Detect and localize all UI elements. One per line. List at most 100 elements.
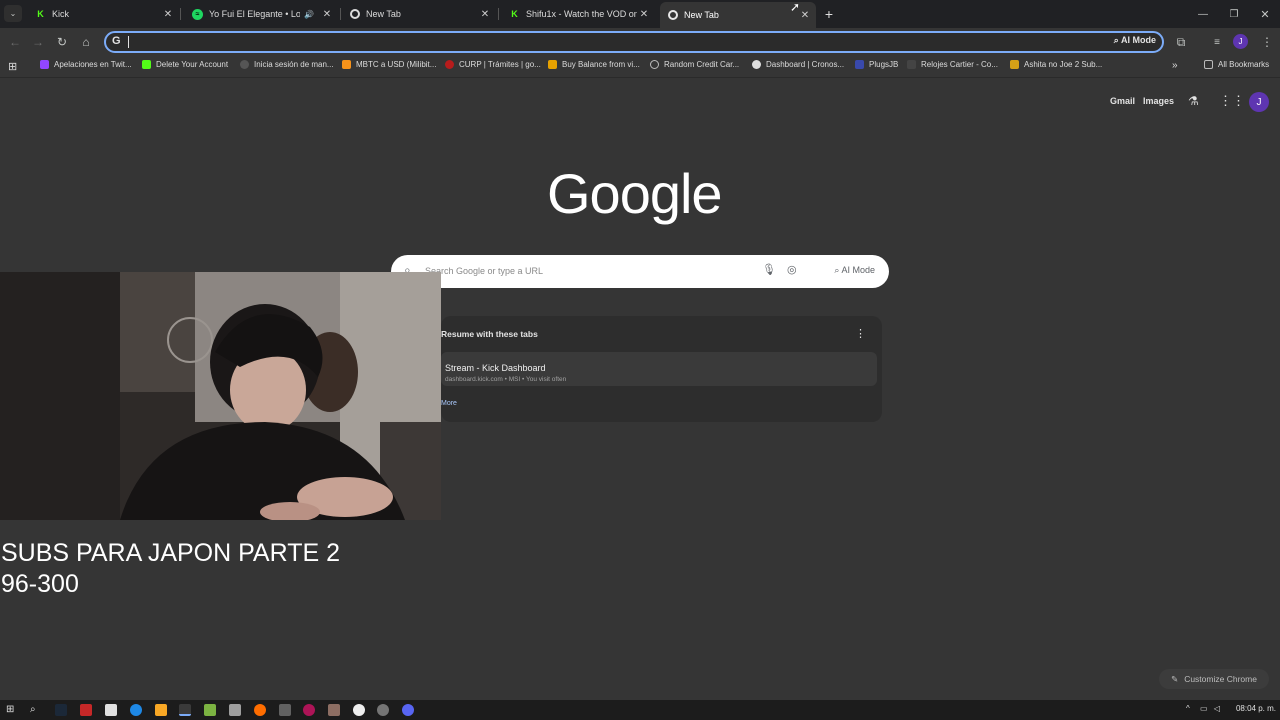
gmail-link[interactable]: Gmail [1110, 96, 1135, 106]
edge-app[interactable] [130, 704, 142, 716]
github-icon [240, 60, 249, 69]
taskbar-app[interactable] [328, 704, 340, 716]
plus-icon: + [824, 6, 834, 22]
system-tray[interactable]: ^ ▭ ◁ [1186, 704, 1220, 713]
ai-mode-button[interactable]: ⌕ AI Mode [1114, 35, 1156, 46]
cursor-arrow-icon: ➚ [790, 0, 801, 14]
google-logo: Google [547, 162, 723, 225]
new-tab-button[interactable]: + [820, 5, 838, 23]
bookmark-item[interactable]: Dashboard | Cronos... [752, 60, 844, 69]
file-explorer-app[interactable] [155, 704, 167, 716]
extensions-button[interactable]: ⧉ [1172, 33, 1190, 51]
reload-button[interactable]: ↻ [53, 33, 71, 51]
bookmark-item[interactable]: Delete Your Account [142, 60, 228, 69]
more-link[interactable]: More [441, 400, 457, 407]
bookmark-item[interactable]: Ashita no Joe 2 Sub... [1010, 60, 1102, 69]
lens-search-button[interactable]: ◎ [787, 263, 797, 276]
tab-kick[interactable]: K Kick ✕ [27, 3, 179, 25]
address-bar[interactable]: G ⌕ AI Mode [104, 31, 1164, 53]
forward-button[interactable]: → [29, 33, 47, 51]
minimize-icon: — [1198, 8, 1208, 20]
mouse-cursor: ➚ [790, 0, 800, 14]
bookmark-item[interactable]: CURP | Trámites | go... [445, 60, 541, 69]
close-icon[interactable]: ✕ [161, 9, 175, 20]
account-button[interactable]: J [1249, 92, 1269, 112]
back-button[interactable]: ← [6, 33, 24, 51]
taskbar-app[interactable] [279, 704, 291, 716]
tab-spotify[interactable]: ≈ Yo Fui El Elegante • Los Nu 🔊 ✕ [184, 3, 338, 25]
minimize-button[interactable]: — [1194, 5, 1212, 23]
taskbar-search-button[interactable]: ⌕ [30, 704, 42, 716]
restore-button[interactable]: ❐ [1225, 5, 1243, 23]
ai-search-icon: ⌕ [1113, 35, 1119, 45]
google-icon: G [112, 35, 121, 47]
media-queue-icon: ≡ [1214, 36, 1220, 48]
firefox-app[interactable] [254, 704, 266, 716]
microphone-icon: 🎙 [762, 264, 776, 276]
close-icon[interactable]: ✕ [637, 9, 651, 20]
arrow-left-icon: ← [9, 35, 21, 49]
taskbar-app[interactable] [105, 704, 117, 716]
discord-app[interactable] [402, 704, 414, 716]
tab-search-button[interactable]: ⌄ [4, 5, 22, 22]
apps-button[interactable]: ⊞ [8, 60, 17, 73]
tab-title: Shifu1x - Watch the VOD on Ki [526, 9, 637, 19]
home-button[interactable]: ⌂ [77, 33, 95, 51]
voice-search-button[interactable]: 🎙 [762, 263, 776, 276]
close-icon[interactable]: ✕ [478, 9, 492, 20]
chrome-icon [350, 9, 360, 19]
text-caret [128, 36, 129, 48]
close-window-button[interactable]: ✕ [1256, 5, 1274, 23]
images-link[interactable]: Images [1143, 96, 1174, 106]
folder-icon [1204, 60, 1213, 69]
tab-title: Kick [52, 9, 70, 19]
bookmark-item[interactable]: Apelaciones en Twit... [40, 60, 132, 69]
camera-icon: ◎ [787, 264, 797, 276]
bookmark-item[interactable]: PlugsJB [855, 60, 898, 69]
ntp-search-box[interactable]: ⌕ Search Google or type a URL 🎙 ◎ ⌕ AI M… [391, 255, 889, 288]
chrome-menu-button[interactable]: ⋮ [1258, 33, 1276, 51]
speaker-icon[interactable]: 🔊 [304, 10, 314, 19]
close-icon: ✕ [1260, 8, 1270, 21]
spotify-icon: ≈ [192, 8, 203, 20]
tab-title: New Tab [366, 9, 401, 19]
steam-app[interactable] [55, 704, 67, 716]
overlay-line-2: 96-300 [1, 570, 79, 598]
tab-suggestion[interactable]: Stream - Kick Dashboard dashboard.kick.c… [441, 352, 877, 386]
puzzle-icon: ⧉ [1176, 34, 1186, 49]
tab-vod[interactable]: K Shifu1x - Watch the VOD on Ki ✕ [501, 3, 655, 25]
bookmark-item[interactable]: MBTC a USD (Milibit... [342, 60, 436, 69]
bookmark-item[interactable]: Inicia sesión de man... [240, 60, 334, 69]
all-bookmarks-button[interactable]: All Bookmarks [1204, 60, 1269, 69]
card-title: Resume with these tabs [441, 329, 538, 339]
start-button[interactable]: ⊞ [6, 704, 18, 716]
taskbar-clock[interactable]: 08:04 p. m. [1236, 704, 1276, 713]
close-icon[interactable]: ✕ [798, 10, 812, 21]
search-icon: ⌕ [30, 704, 36, 715]
bookmark-item[interactable]: Random Credit Car... [650, 60, 739, 69]
close-icon[interactable]: ✕ [320, 9, 334, 20]
ai-mode-button[interactable]: ⌕ AI Mode [834, 265, 875, 276]
chrome-app[interactable] [179, 704, 191, 716]
media-controls-button[interactable]: ≡ [1208, 33, 1226, 51]
bookmark-item[interactable]: Buy Balance from vi... [548, 60, 640, 69]
card-menu-button[interactable]: ⋮ [855, 327, 866, 340]
taskbar-app[interactable] [204, 704, 216, 716]
chevron-up-icon: ^ [1186, 704, 1190, 713]
obs-app[interactable] [353, 704, 365, 716]
customize-chrome-button[interactable]: ✎ Customize Chrome [1159, 669, 1269, 689]
taskbar-app[interactable] [229, 704, 241, 716]
bookmark-item[interactable]: Relojes Cartier - Co... [907, 60, 998, 69]
taskbar-app[interactable] [80, 704, 92, 716]
bookmarks-overflow-button[interactable]: » [1172, 60, 1178, 71]
labs-button[interactable]: ⚗ [1188, 94, 1199, 108]
taskbar-app[interactable] [303, 704, 315, 716]
volume-icon: ◁ [1213, 704, 1220, 713]
cartier-icon [907, 60, 916, 69]
tab-new-tab[interactable]: New Tab ✕ [342, 3, 496, 25]
ai-search-icon: ⌕ [834, 265, 840, 275]
google-apps-button[interactable]: ⋮⋮ [1219, 93, 1245, 109]
taskbar-app[interactable] [377, 704, 389, 716]
apps-grid-icon: ⋮⋮ [1219, 93, 1245, 108]
profile-button[interactable]: J [1233, 34, 1248, 49]
